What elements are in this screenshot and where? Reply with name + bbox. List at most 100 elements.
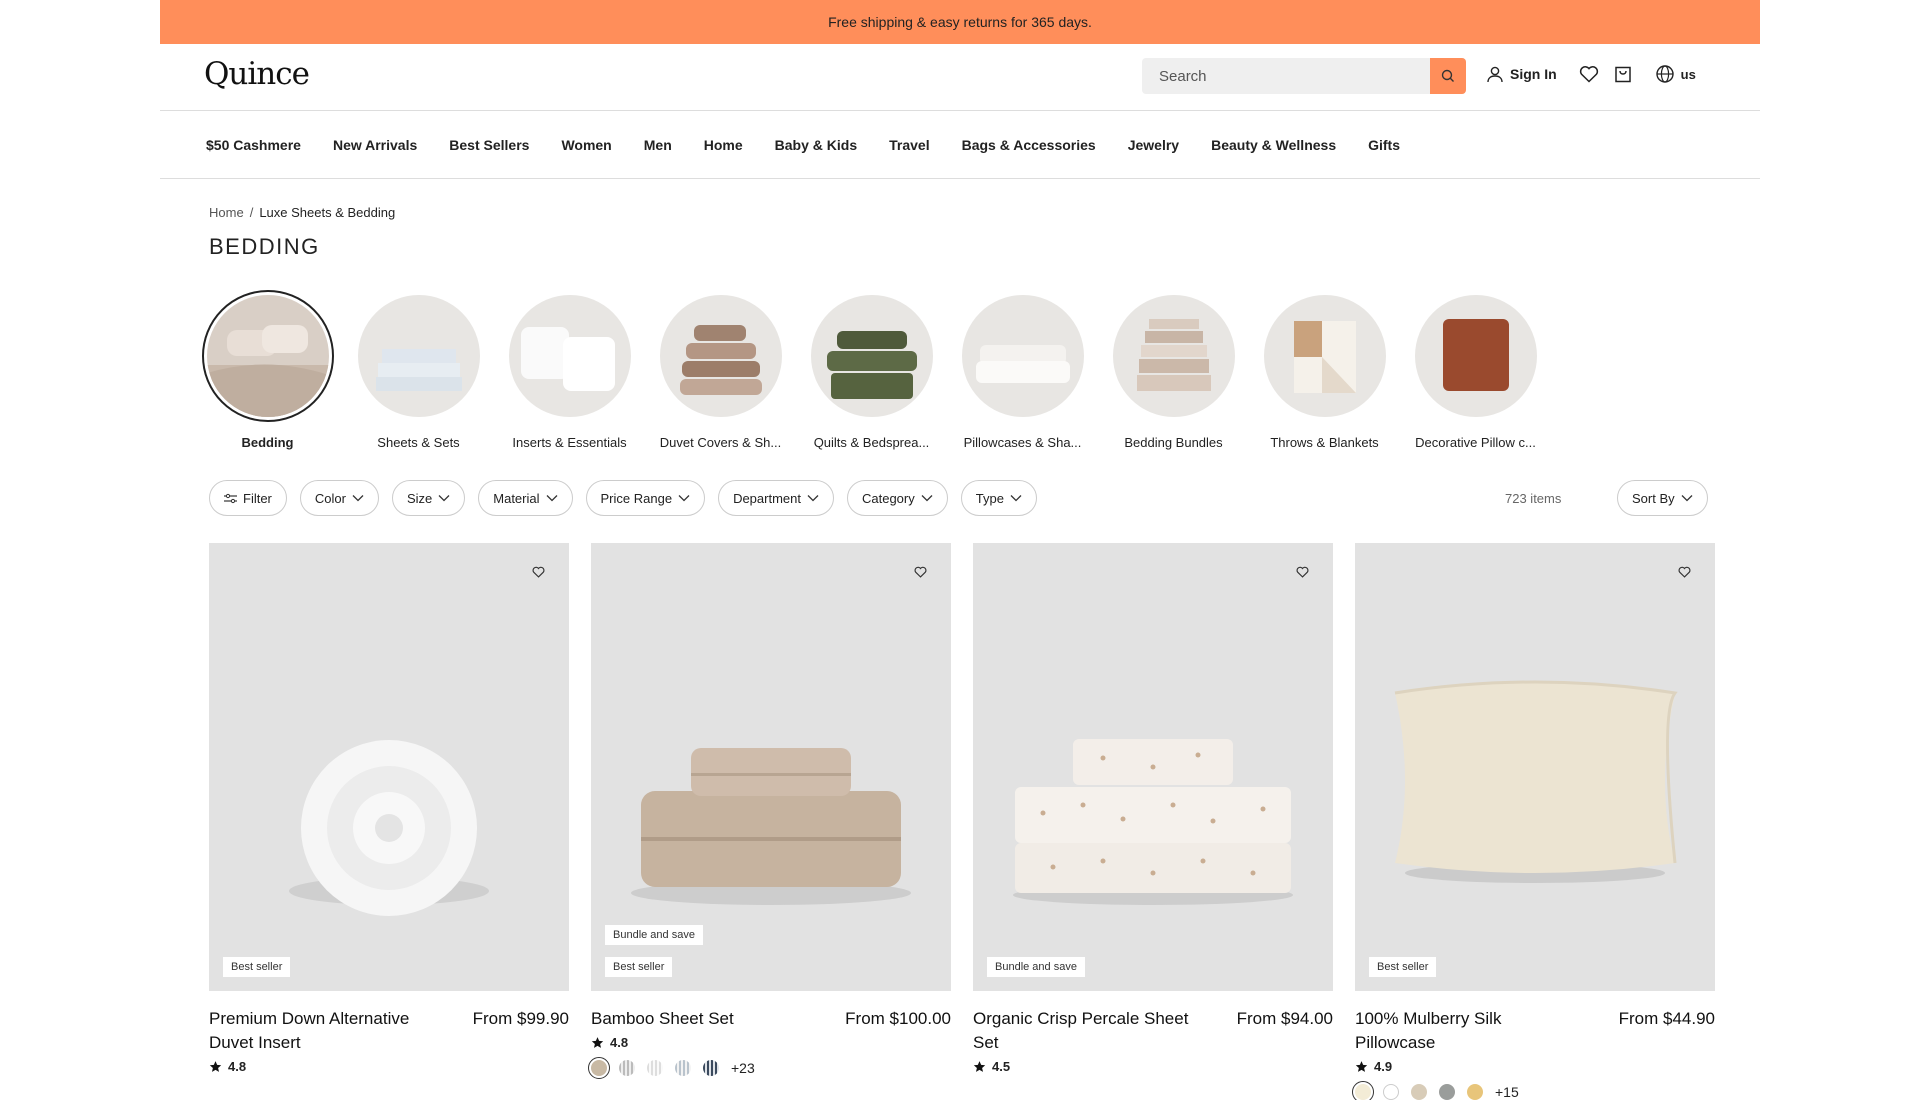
nav-item-beauty-wellness[interactable]: Beauty & Wellness (1211, 137, 1336, 153)
category-image (1112, 295, 1235, 417)
chevron-down-icon (352, 495, 364, 502)
header-actions: Sign In us (1486, 64, 1696, 84)
category-image (1263, 295, 1386, 417)
color-swatch[interactable] (1383, 1084, 1399, 1100)
product-rating: 4.8 (209, 1059, 569, 1074)
nav-item-gifts[interactable]: Gifts (1368, 137, 1400, 153)
product-name[interactable]: Organic Crisp Percale Sheet Set (973, 1007, 1203, 1055)
color-filter[interactable]: Color (299, 480, 379, 516)
size-filter-label: Size (406, 490, 433, 506)
category-label: Pillowcases & Sha... (963, 435, 1082, 450)
category-label: Bedding Bundles (1124, 435, 1223, 450)
category-decorative-pillow[interactable]: Decorative Pillow c... (1414, 295, 1537, 450)
sort-dropdown[interactable]: Sort By (1617, 480, 1708, 516)
color-swatch[interactable] (1411, 1084, 1427, 1100)
category-sheets-sets[interactable]: Sheets & Sets (357, 295, 480, 450)
promo-banner[interactable]: Free shipping & easy returns for 365 day… (160, 0, 1760, 44)
rating-value: 4.8 (610, 1035, 629, 1050)
sign-in-link[interactable]: Sign In (1486, 65, 1557, 83)
cart-button[interactable] (1613, 64, 1633, 84)
category-carousel: Bedding Sheets & Sets Inserts & Essentia… (201, 290, 1537, 450)
product-card[interactable]: Best seller 100% Mulberry Silk Pillowcas… (1352, 543, 1715, 1100)
search-button[interactable] (1430, 58, 1466, 94)
product-card[interactable]: Bundle and save Organic Crisp Percale Sh… (973, 543, 1333, 1100)
size-filter[interactable]: Size (391, 480, 466, 516)
locale-label: us (1680, 66, 1696, 82)
heart-icon (1579, 66, 1598, 83)
material-filter[interactable]: Material (478, 480, 573, 516)
chevron-down-icon (546, 495, 557, 502)
color-swatch[interactable] (1439, 1084, 1455, 1100)
breadcrumb: Home / Luxe Sheets & Bedding (209, 205, 395, 220)
category-label: Decorative Pillow c... (1415, 435, 1536, 450)
color-swatch[interactable] (1352, 1081, 1374, 1100)
nav-item-travel[interactable]: Travel (889, 137, 929, 153)
wishlist-heart-button[interactable] (914, 565, 927, 583)
color-swatch[interactable] (588, 1057, 610, 1079)
color-swatch[interactable] (647, 1060, 663, 1076)
product-card[interactable]: Bundle and save Best seller Bamboo Sheet… (588, 543, 951, 1100)
sign-in-label: Sign In (1510, 66, 1557, 82)
product-image[interactable]: Best seller (1355, 543, 1715, 991)
wishlist-heart-button[interactable] (1678, 565, 1691, 583)
heart-icon (914, 566, 927, 578)
chevron-down-icon (921, 495, 933, 502)
nav-item-bags-accessories[interactable]: Bags & Accessories (962, 137, 1096, 153)
breadcrumb-home[interactable]: Home (209, 205, 244, 220)
product-name[interactable]: Bamboo Sheet Set (591, 1007, 821, 1031)
nav-item-new-arrivals[interactable]: New Arrivals (333, 137, 417, 153)
brand-logo[interactable]: Quince (204, 56, 310, 92)
category-bedding[interactable]: Bedding (201, 290, 334, 450)
filter-button[interactable]: Filter (209, 480, 287, 516)
product-card[interactable]: Best seller Premium Down Alternative Duv… (209, 543, 569, 1100)
product-image[interactable]: Best seller (209, 543, 569, 991)
site-header: Quince Sign In us (160, 44, 1760, 111)
globe-icon (1655, 65, 1674, 83)
nav-item-home[interactable]: Home (704, 137, 743, 153)
color-swatch[interactable] (703, 1060, 719, 1076)
category-quilts-bedspreads[interactable]: Quilts & Bedsprea... (810, 295, 933, 450)
star-icon (1355, 1061, 1368, 1072)
type-filter[interactable]: Type (960, 480, 1037, 516)
nav-item-men[interactable]: Men (644, 137, 672, 153)
filter-label: Filter (243, 490, 272, 506)
nav-item-women[interactable]: Women (561, 137, 611, 153)
color-swatch[interactable] (1467, 1084, 1483, 1100)
locale-selector[interactable]: us (1655, 64, 1696, 84)
color-swatch[interactable] (619, 1060, 635, 1076)
product-price: From $99.90 (472, 1009, 569, 1028)
product-name[interactable]: Premium Down Alternative Duvet Insert (209, 1007, 439, 1055)
product-image[interactable]: Bundle and save (973, 543, 1333, 991)
heart-icon (532, 566, 545, 578)
wishlist-heart-button[interactable] (532, 565, 545, 583)
category-duvet-covers[interactable]: Duvet Covers & Sh... (659, 295, 782, 450)
category-bedding-bundles[interactable]: Bedding Bundles (1112, 295, 1235, 450)
category-pillowcases-shams[interactable]: Pillowcases & Sha... (961, 295, 1084, 450)
category-image (810, 295, 933, 417)
product-price: From $44.90 (1618, 1009, 1715, 1028)
more-colors[interactable]: +15 (1495, 1084, 1519, 1100)
nav-item-best-sellers[interactable]: Best Sellers (449, 137, 529, 153)
product-name[interactable]: 100% Mulberry Silk Pillowcase (1355, 1007, 1585, 1055)
search-input[interactable] (1142, 58, 1428, 94)
wishlist-heart-button[interactable] (1296, 565, 1309, 583)
category-throws-blankets[interactable]: Throws & Blankets (1263, 295, 1386, 450)
color-swatch[interactable] (675, 1060, 691, 1076)
nav-item-baby-kids[interactable]: Baby & Kids (775, 137, 857, 153)
department-filter[interactable]: Department (718, 480, 834, 516)
nav-item-jewelry[interactable]: Jewelry (1128, 137, 1179, 153)
category-image (357, 295, 480, 417)
price-range-filter[interactable]: Price Range (585, 480, 706, 516)
category-filter[interactable]: Category (846, 480, 948, 516)
badge-stack: Bundle and save Best seller (605, 925, 703, 977)
wishlist-button[interactable] (1579, 65, 1599, 83)
category-label: Sheets & Sets (377, 435, 460, 450)
chevron-down-icon (1681, 495, 1693, 502)
product-image[interactable]: Bundle and save Best seller (591, 543, 951, 991)
category-inserts-essentials[interactable]: Inserts & Essentials (508, 295, 631, 450)
bundle-badge: Bundle and save (605, 925, 703, 945)
nav-item-cashmere[interactable]: $50 Cashmere (206, 137, 301, 153)
more-colors[interactable]: +23 (731, 1060, 755, 1076)
search-icon (1441, 69, 1454, 82)
badge-stack: Bundle and save (987, 957, 1085, 977)
